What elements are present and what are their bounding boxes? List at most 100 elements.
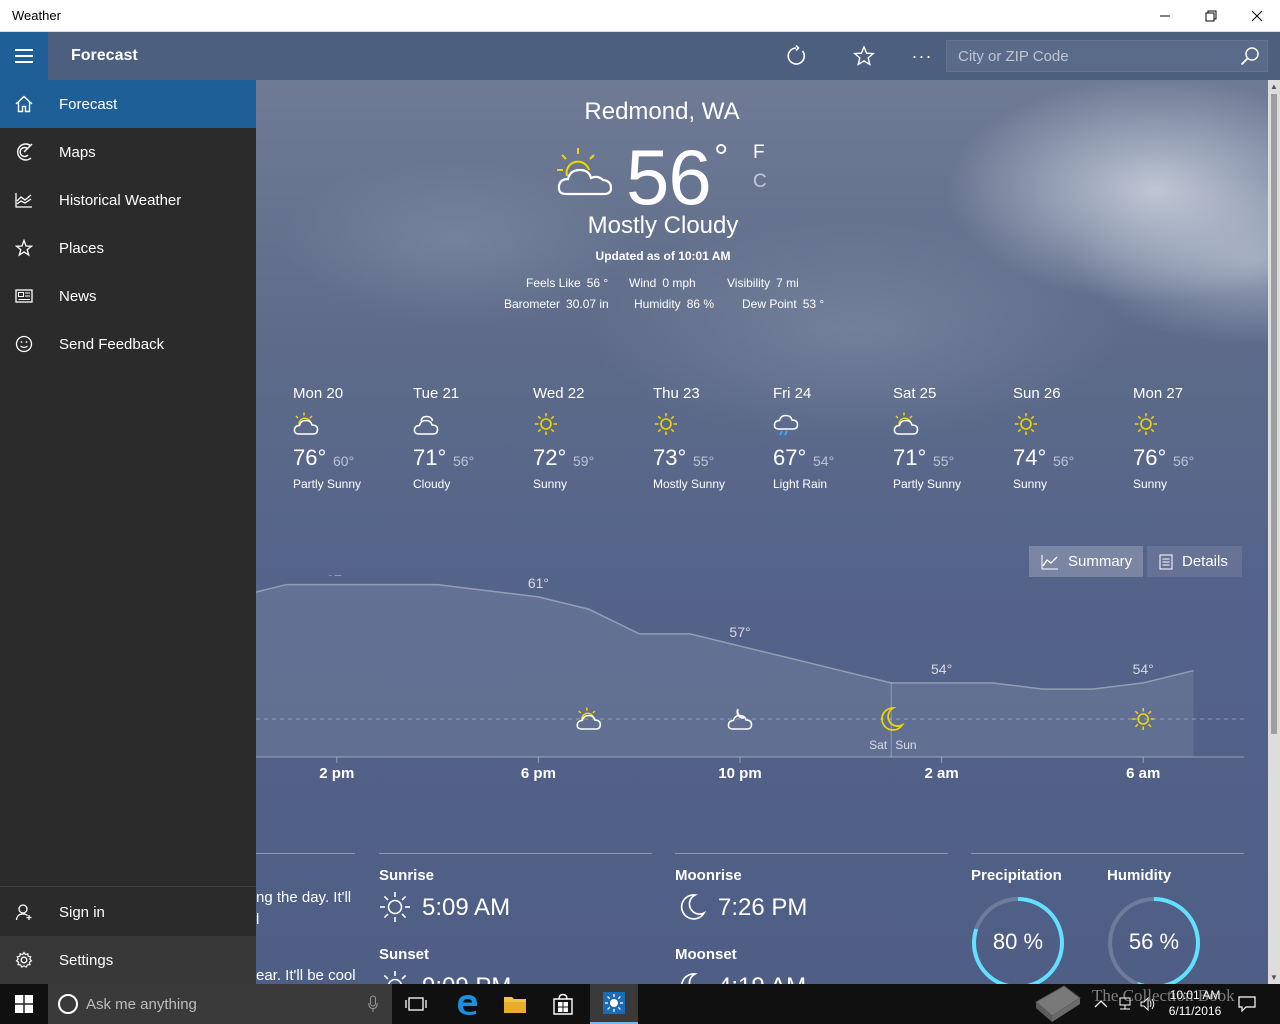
scroll-up-icon[interactable]: ▲: [1270, 82, 1278, 91]
summary-label: Summary: [1068, 553, 1133, 570]
restore-button[interactable]: [1188, 0, 1234, 32]
day-summary-line-2: l: [256, 911, 260, 928]
unit-fahrenheit-toggle[interactable]: F: [753, 142, 765, 164]
refresh-icon: [787, 45, 806, 65]
file-explorer-button[interactable]: [491, 984, 539, 1024]
x-tick-label: 2 am: [924, 765, 958, 782]
low-temp: 59°: [573, 453, 595, 469]
daily-forecast-item[interactable]: Mon 20 76° 60° Partly Sunny: [293, 385, 403, 495]
restore-icon: [1205, 10, 1217, 22]
humidity-label: Humidity: [1107, 867, 1172, 884]
summary-view-button[interactable]: Summary: [1029, 546, 1143, 577]
daily-forecast-item[interactable]: Sun 26 74° 56° Sunny: [1013, 385, 1123, 495]
day-condition: Partly Sunny: [893, 477, 962, 491]
store-button[interactable]: [539, 984, 587, 1024]
day-split-after: Sun: [895, 738, 916, 752]
x-tick-label: 2 pm: [319, 765, 354, 782]
daily-forecast-item[interactable]: Wed 22 72° 59° Sunny: [533, 385, 643, 495]
divider-stats: [971, 853, 1244, 854]
forecast-content: Redmond, WA 56 ° F C Mostly Cloudy Updat…: [256, 80, 1268, 984]
cortana-search-box[interactable]: Ask me anything: [48, 984, 392, 1024]
hourly-temp-label: 54°: [931, 661, 952, 677]
nav-label: News: [59, 287, 97, 305]
daily-forecast-item[interactable]: Sat 25 71° 55° Partly Sunny: [893, 385, 1003, 495]
home-icon: [0, 95, 48, 113]
watermark-text: The Collection Book: [1092, 986, 1235, 1005]
microphone-icon[interactable]: [368, 995, 378, 1018]
daily-forecast-item[interactable]: Fri 24 67° 54° Light Rain: [773, 385, 883, 495]
nav-item-forecast[interactable]: Forecast: [0, 80, 256, 128]
app-header: Forecast ···: [0, 32, 1280, 80]
divider-sun: [379, 853, 652, 854]
day-condition: Light Rain: [773, 477, 828, 491]
high-temp: 76°: [1133, 445, 1167, 470]
daily-forecast-item[interactable]: Mon 27 76° 56° Sunny: [1133, 385, 1243, 495]
watermark-logo: The Collection Book: [1030, 972, 1270, 1022]
temperature-area: [256, 584, 1194, 757]
hourly-temp-label: 61°: [528, 575, 549, 591]
favorite-button[interactable]: [849, 41, 879, 71]
nav-item-sign-in[interactable]: Sign in: [0, 888, 256, 936]
close-button[interactable]: [1234, 0, 1280, 32]
news-icon: [0, 289, 48, 303]
day-name: Sat 25: [893, 385, 937, 402]
sunny-icon: [653, 411, 679, 437]
moonset-label: Moonset: [675, 946, 737, 963]
moonset-time: 4:19 AM: [718, 973, 806, 984]
nav-item-send-feedback[interactable]: Send Feedback: [0, 320, 256, 368]
humidity-current: Humidity 86 %: [634, 297, 715, 311]
degree-symbol: °: [714, 136, 729, 177]
details-view-button[interactable]: Details: [1147, 546, 1242, 577]
task-view-button[interactable]: [392, 984, 440, 1024]
weather-app-taskbar-button[interactable]: [590, 984, 638, 1024]
more-options-button[interactable]: ···: [907, 41, 937, 71]
day-condition: Sunny: [533, 477, 568, 491]
sunset-time: 9:09 PM: [422, 973, 511, 984]
daily-forecast-item[interactable]: 957°unny: [256, 385, 283, 495]
partly-sunny-icon: [893, 411, 919, 437]
feels-like: Feels Like 56 °: [526, 276, 609, 290]
day-summary-line-3: ear. It'll be cool: [256, 967, 356, 984]
nav-item-places[interactable]: Places: [0, 224, 256, 272]
search-button[interactable]: [1237, 43, 1263, 69]
daily-forecast-item[interactable]: Thu 23 73° 55° Mostly Sunny: [653, 385, 763, 495]
day-condition: Partly Sunny: [293, 477, 362, 491]
navigation-pane: Forecast Maps Historical Weather Places …: [0, 80, 256, 984]
edge-browser-button[interactable]: [443, 984, 491, 1024]
area-chart-icon: [1041, 554, 1058, 569]
day-condition: Mostly Sunny: [653, 477, 726, 491]
sidebar-divider: [0, 886, 256, 887]
unit-celsius-toggle[interactable]: C: [753, 171, 767, 193]
location-name: Redmond, WA: [584, 98, 740, 125]
city-search-input[interactable]: [947, 41, 1233, 71]
x-tick-label: 10 pm: [718, 765, 761, 782]
nav-item-maps[interactable]: Maps: [0, 128, 256, 176]
day-name: Tue 21: [413, 385, 460, 402]
current-condition: Mostly Cloudy: [587, 212, 739, 239]
hamburger-menu-button[interactable]: [0, 32, 48, 80]
nav-item-settings[interactable]: Settings: [0, 936, 256, 984]
scroll-down-icon[interactable]: ▼: [1270, 973, 1278, 982]
low-temp: 60°: [333, 453, 355, 469]
store-icon: [553, 993, 573, 1015]
day-name: Fri 24: [773, 385, 812, 402]
nav-item-news[interactable]: News: [0, 272, 256, 320]
divider-summary: [256, 853, 355, 854]
scrollbar-thumb[interactable]: [1271, 94, 1277, 734]
nav-item-historical-weather[interactable]: Historical Weather: [0, 176, 256, 224]
page-title: Forecast: [71, 47, 138, 64]
minimize-button[interactable]: [1142, 0, 1188, 32]
high-temp: 71°: [413, 445, 447, 470]
high-temp: 76°: [293, 445, 327, 470]
refresh-button[interactable]: [781, 41, 811, 71]
sunrise-time: 5:09 AM: [422, 894, 511, 921]
daily-forecast-item[interactable]: Tue 21 71° 56° Cloudy: [413, 385, 523, 495]
day-name: Wed 22: [533, 385, 585, 402]
vertical-scrollbar[interactable]: ▲ ▼: [1268, 80, 1280, 984]
window-title: Weather: [12, 8, 61, 23]
low-temp: 55°: [693, 453, 715, 469]
current-temperature: 56: [626, 133, 712, 221]
person-icon: [0, 903, 48, 921]
low-temp: 56°: [453, 453, 475, 469]
start-button[interactable]: [0, 984, 48, 1024]
